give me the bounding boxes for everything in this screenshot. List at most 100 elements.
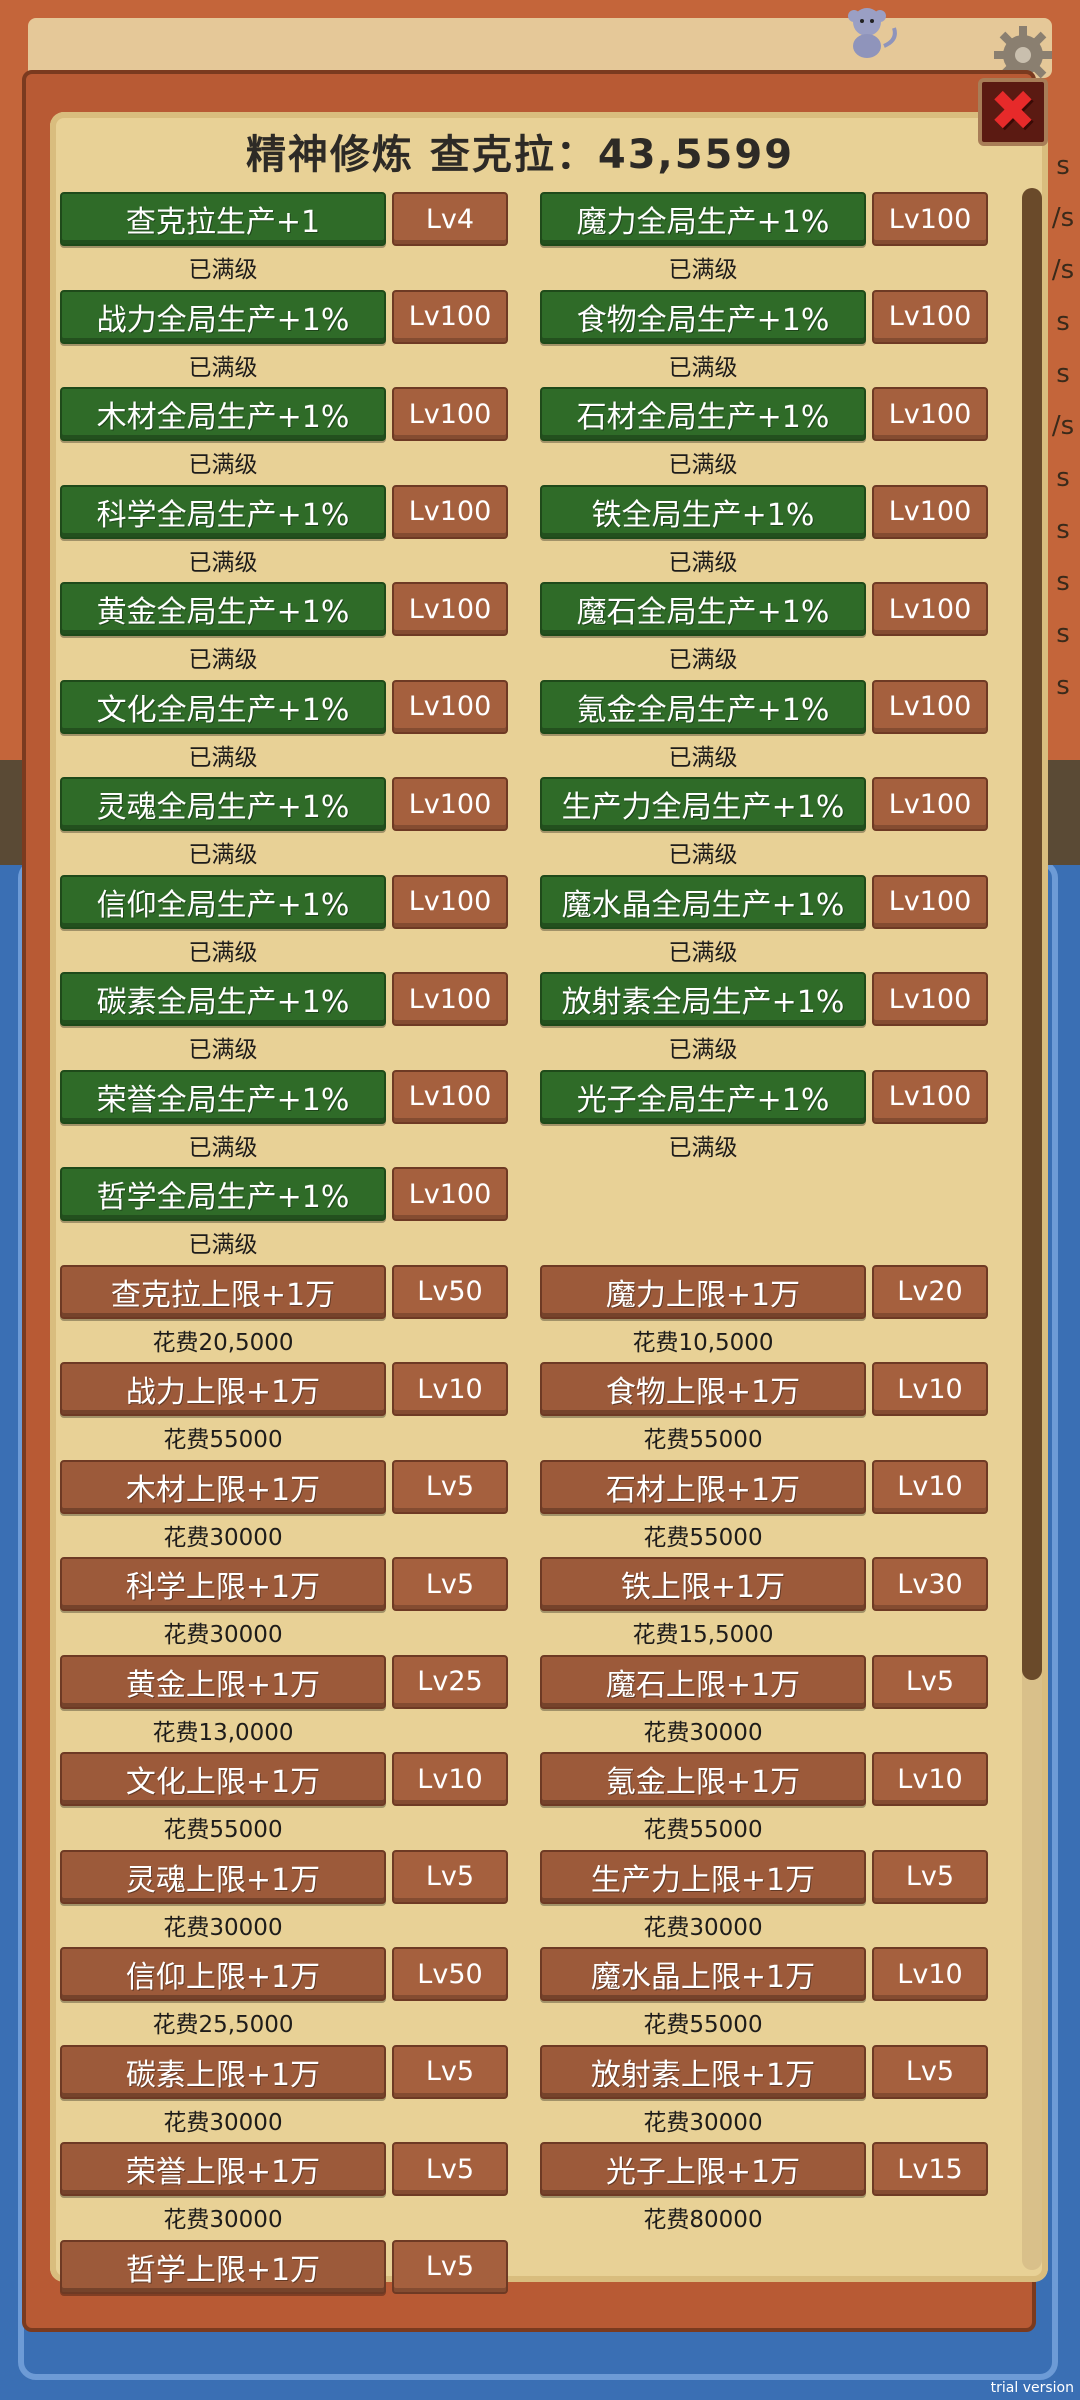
upgrade-button[interactable]: 黄金全局生产+1% xyxy=(60,582,386,636)
upgrade-button[interactable]: 魔石全局生产+1% xyxy=(540,582,866,636)
level-badge[interactable]: Lv100 xyxy=(392,1069,508,1124)
level-badge[interactable]: Lv100 xyxy=(392,679,508,734)
level-badge[interactable]: Lv100 xyxy=(872,777,988,831)
upgrade-button[interactable]: 碳素上限+1万 xyxy=(60,2044,386,2099)
upgrade-button[interactable]: 光子全局生产+1% xyxy=(540,1069,866,1124)
upgrade-button[interactable]: 查克拉上限+1万 xyxy=(60,1264,386,1319)
level-badge[interactable]: Lv10 xyxy=(872,1947,988,2001)
level-badge[interactable]: Lv100 xyxy=(872,484,988,539)
upgrade-button[interactable]: 木材上限+1万 xyxy=(60,1459,386,1514)
level-badge[interactable]: Lv100 xyxy=(392,582,508,636)
level-badge[interactable]: Lv100 xyxy=(872,679,988,734)
upgrade-item: 石材全局生产+1% Lv100 已满级 xyxy=(540,387,992,478)
upgrade-item: 碳素上限+1万 Lv5 花费30000 xyxy=(60,2044,512,2136)
level-badge[interactable]: Lv100 xyxy=(392,484,508,539)
level-badge[interactable]: Lv100 xyxy=(392,777,508,831)
upgrade-button[interactable]: 氪金全局生产+1% xyxy=(540,679,866,734)
upgrade-button[interactable]: 荣誉全局生产+1% xyxy=(60,1069,386,1124)
background-text: s xyxy=(1056,359,1070,389)
level-badge[interactable]: Lv100 xyxy=(392,289,508,344)
upgrade-button[interactable]: 文化全局生产+1% xyxy=(60,679,386,734)
upgrade-button[interactable]: 文化上限+1万 xyxy=(60,1752,386,1806)
upgrade-item: 荣誉上限+1万 Lv5 花费30000 xyxy=(60,2142,512,2233)
level-badge[interactable]: Lv5 xyxy=(392,2239,508,2294)
upgrade-button[interactable]: 魔石上限+1万 xyxy=(540,1654,866,1709)
upgrade-button[interactable]: 黄金上限+1万 xyxy=(60,1654,386,1709)
level-badge[interactable]: Lv100 xyxy=(872,387,988,441)
background-text: s xyxy=(1056,515,1070,545)
upgrade-button[interactable]: 荣誉上限+1万 xyxy=(60,2142,386,2196)
upgrade-button[interactable]: 哲学全局生产+1% xyxy=(60,1167,386,1221)
level-badge[interactable]: Lv100 xyxy=(872,1069,988,1124)
upgrade-item: 铁上限+1万 Lv30 花费15,5000 xyxy=(540,1557,992,1648)
upgrade-item: 荣誉全局生产+1% Lv100 已满级 xyxy=(60,1069,512,1161)
upgrade-button[interactable]: 战力全局生产+1% xyxy=(60,289,386,344)
level-badge[interactable]: Lv25 xyxy=(392,1654,508,1709)
upgrade-button[interactable]: 碳素全局生产+1% xyxy=(60,972,386,1026)
level-badge[interactable]: Lv5 xyxy=(872,1849,988,1904)
level-badge[interactable]: Lv4 xyxy=(392,192,508,246)
upgrade-status: 花费30000 xyxy=(163,2109,283,2136)
level-badge[interactable]: Lv5 xyxy=(872,2044,988,2099)
scrollbar-thumb[interactable] xyxy=(1022,188,1042,1680)
level-badge[interactable]: Lv30 xyxy=(872,1557,988,1611)
level-badge[interactable]: Lv10 xyxy=(872,1752,988,1806)
upgrade-status: 花费55000 xyxy=(643,1817,763,1843)
upgrade-item: 科学全局生产+1% Lv100 已满级 xyxy=(60,484,512,576)
level-badge[interactable]: Lv100 xyxy=(872,192,988,246)
upgrade-button[interactable]: 科学上限+1万 xyxy=(60,1557,386,1611)
upgrade-button[interactable]: 哲学上限+1万 xyxy=(60,2239,386,2294)
upgrade-item: 木材上限+1万 Lv5 花费30000 xyxy=(60,1459,512,1551)
upgrade-button[interactable]: 铁全局生产+1% xyxy=(540,484,866,539)
level-badge[interactable]: Lv50 xyxy=(392,1264,508,1319)
upgrade-button[interactable]: 光子上限+1万 xyxy=(540,2142,866,2196)
level-badge[interactable]: Lv100 xyxy=(392,1167,508,1221)
upgrade-button[interactable]: 生产力全局生产+1% xyxy=(540,777,866,831)
level-badge[interactable]: Lv10 xyxy=(392,1752,508,1806)
level-badge[interactable]: Lv10 xyxy=(872,1459,988,1514)
upgrade-button[interactable]: 木材全局生产+1% xyxy=(60,387,386,441)
upgrade-button[interactable]: 食物全局生产+1% xyxy=(540,289,866,344)
level-badge[interactable]: Lv5 xyxy=(392,1849,508,1904)
level-badge[interactable]: Lv5 xyxy=(392,1557,508,1611)
upgrade-button[interactable]: 战力上限+1万 xyxy=(60,1362,386,1416)
upgrade-item: 光子全局生产+1% Lv100 已满级 xyxy=(540,1069,992,1161)
level-badge[interactable]: Lv100 xyxy=(392,387,508,441)
upgrade-item: 氪金全局生产+1% Lv100 已满级 xyxy=(540,679,992,771)
level-badge[interactable]: Lv10 xyxy=(872,1362,988,1416)
upgrade-button[interactable]: 生产力上限+1万 xyxy=(540,1849,866,1904)
upgrade-button[interactable]: 信仰上限+1万 xyxy=(60,1947,386,2001)
upgrade-button[interactable]: 灵魂全局生产+1% xyxy=(60,777,386,831)
upgrade-item: 魔水晶全局生产+1% Lv100 已满级 xyxy=(540,874,992,966)
level-badge[interactable]: Lv100 xyxy=(392,972,508,1026)
upgrade-button[interactable]: 放射素全局生产+1% xyxy=(540,972,866,1026)
level-badge[interactable]: Lv5 xyxy=(872,1654,988,1709)
upgrade-button[interactable]: 查克拉生产+1 xyxy=(60,192,386,246)
upgrade-button[interactable]: 石材全局生产+1% xyxy=(540,387,866,441)
level-badge[interactable]: Lv5 xyxy=(392,1459,508,1514)
upgrade-button[interactable]: 石材上限+1万 xyxy=(540,1459,866,1514)
upgrade-button[interactable]: 魔水晶全局生产+1% xyxy=(540,874,866,929)
level-badge[interactable]: Lv100 xyxy=(872,972,988,1026)
level-badge[interactable]: Lv100 xyxy=(392,874,508,929)
upgrade-button[interactable]: 氪金上限+1万 xyxy=(540,1752,866,1806)
upgrade-button[interactable]: 信仰全局生产+1% xyxy=(60,874,386,929)
level-badge[interactable]: Lv50 xyxy=(392,1947,508,2001)
level-badge[interactable]: Lv5 xyxy=(392,2044,508,2099)
upgrade-button[interactable]: 魔水晶上限+1万 xyxy=(540,1947,866,2001)
upgrade-button[interactable]: 魔力全局生产+1% xyxy=(540,192,866,246)
level-badge[interactable]: Lv5 xyxy=(392,2142,508,2196)
level-badge[interactable]: Lv20 xyxy=(872,1264,988,1319)
upgrade-button[interactable]: 魔力上限+1万 xyxy=(540,1264,866,1319)
upgrade-button[interactable]: 放射素上限+1万 xyxy=(540,2044,866,2099)
upgrade-button[interactable]: 科学全局生产+1% xyxy=(60,484,386,539)
level-badge[interactable]: Lv10 xyxy=(392,1362,508,1416)
upgrade-button[interactable]: 食物上限+1万 xyxy=(540,1362,866,1416)
upgrade-button[interactable]: 灵魂上限+1万 xyxy=(60,1849,386,1904)
level-badge[interactable]: Lv100 xyxy=(872,874,988,929)
upgrade-button[interactable]: 铁上限+1万 xyxy=(540,1557,866,1611)
level-badge[interactable]: Lv100 xyxy=(872,582,988,636)
level-badge[interactable]: Lv100 xyxy=(872,289,988,344)
upgrade-item: 生产力全局生产+1% Lv100 已满级 xyxy=(540,777,992,868)
level-badge[interactable]: Lv15 xyxy=(872,2142,988,2196)
